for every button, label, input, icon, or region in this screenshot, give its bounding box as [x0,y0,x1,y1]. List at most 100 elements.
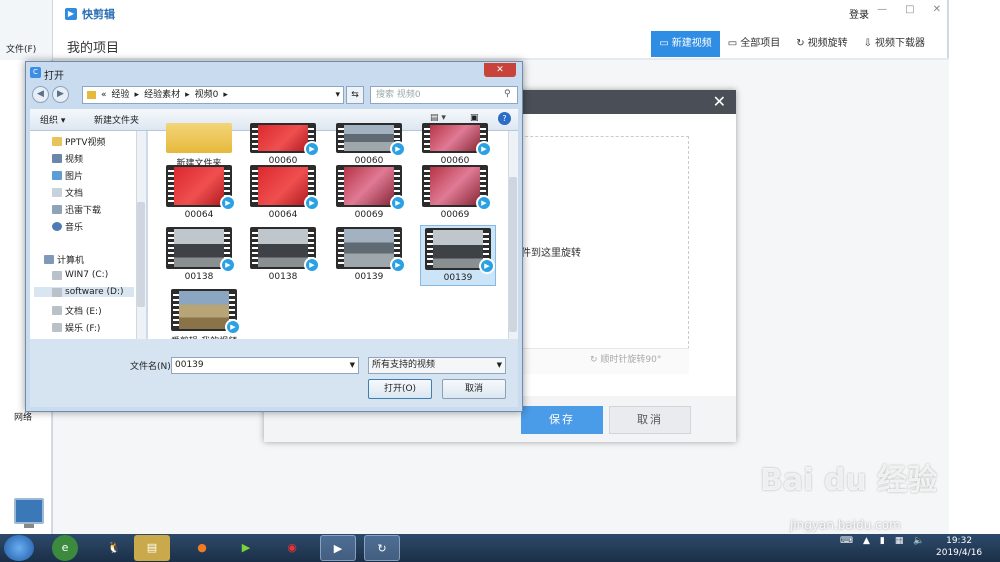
back-icon[interactable]: ◀ [32,86,49,103]
tree-item-pictures[interactable]: 图片 [52,169,83,182]
video-badge-icon: ▶ [390,141,406,157]
rotate-clockwise-button[interactable]: ↻ 顺时针旋转90° [590,352,661,365]
close-icon[interactable]: ✕ [933,4,941,15]
chevron-down-icon[interactable]: ▼ [350,358,355,373]
tree-item-drive-f[interactable]: 娱乐 (F:) [52,321,100,334]
open-button[interactable]: 打开(O) [368,379,432,399]
open-file-dialog: C 打开 ✕ ◀ ▶ « 经验 ▸ 经验素材 ▸ 视频0 ▸ ▾ ⇆ 搜索 视频0 ⚲… [25,61,523,412]
bg-right-pane [948,0,1000,534]
ie-icon[interactable]: e [52,535,78,561]
file-item[interactable]: ▶ 00138 [164,227,236,282]
clock[interactable]: 19:32 2019/4/16 [936,535,982,559]
video-thumbnail: ▶ [250,227,320,273]
computer-desktop-icon[interactable] [14,498,44,524]
file-item[interactable]: ▶ 00060 [334,123,406,166]
filename-input[interactable]: 00139 ▼ [171,357,359,374]
new-folder-button[interactable]: 新建文件夹 [94,113,139,126]
filetype-select[interactable]: 所有支持的视频 ▼ [368,357,506,374]
file-item[interactable]: ▶ 00069 [420,165,492,220]
drive-icon [52,270,62,280]
app-name: 快剪辑 [82,8,115,21]
filename-label: 文件名(N): [130,362,174,372]
minimize-icon[interactable]: — [877,4,887,15]
file-list-scroll-thumb[interactable] [509,177,517,332]
tree-item-label: 文档 (E:) [65,307,102,317]
music-icon [52,222,62,231]
record-icon[interactable]: ◉ [274,535,310,561]
organize-button[interactable]: 组织 ▾ [40,113,65,126]
file-item[interactable]: ▶ 00060 [248,123,320,166]
computer-stand-icon [24,524,34,528]
chevron-down-icon[interactable]: ▼ [497,358,502,373]
breadcrumb-item[interactable]: 经验素材 [144,87,180,103]
file-item[interactable]: ▶ 00064 [248,165,320,220]
battery-icon[interactable]: ▮ [880,536,885,546]
file-item[interactable]: ▶ 00060 [420,123,492,166]
file-item[interactable]: 新建文件夹 [164,123,234,169]
tree-item-drive-d[interactable]: software (D:) [34,287,134,297]
keyboard-icon[interactable]: ⌨ [840,536,853,546]
start-button[interactable] [4,535,34,561]
breadcrumb-item[interactable]: 经验 [112,87,130,103]
iqiyi-icon[interactable]: ▶ [228,535,264,561]
network-icon[interactable]: ▦ [895,536,904,546]
menu-file[interactable]: 文件(F) [0,42,60,58]
view-menu-icon[interactable]: ▤ ▾ [430,113,446,123]
tree-item-thunder[interactable]: 迅雷下载 [52,203,101,216]
tree-item-pptv[interactable]: PPTV视频 [52,135,106,148]
cancel-button[interactable]: 取消 [609,406,691,434]
tab-video-downloader[interactable]: ⇩ 视频下载器 [856,31,933,57]
tree-item-drive-e[interactable]: 文档 (E:) [52,304,102,317]
dialog-title: 打开 [44,71,64,82]
close-icon[interactable]: ✕ [484,63,516,77]
tab-label: 视频下载器 [875,38,925,49]
file-item[interactable]: ▶ 00139 [334,227,406,282]
cancel-button[interactable]: 取消 [442,379,506,399]
firefox-icon[interactable]: ● [184,535,220,561]
file-item[interactable]: ▶ 00138 [248,227,320,282]
login-link[interactable]: 登录 [849,6,869,21]
file-item[interactable]: ▶ 00069 [334,165,406,220]
tree-item-drive-c[interactable]: WIN7 (C:) [52,270,108,280]
search-icon[interactable]: ⚲ [504,89,511,99]
chevron-down-icon[interactable]: ▾ [335,87,340,103]
file-item[interactable]: ▶ 00064 [164,165,236,220]
file-label: 00069 [354,210,384,220]
file-label: 00069 [440,210,470,220]
tree-scroll-thumb[interactable] [137,202,145,307]
preview-pane-icon[interactable]: ▣ [470,113,479,123]
address-bar[interactable]: « 经验 ▸ 经验素材 ▸ 视频0 ▸ ▾ [82,86,344,104]
refresh-app-icon[interactable]: ↻ [364,535,400,561]
close-icon[interactable]: ✕ [713,92,726,111]
explorer-icon[interactable]: ▤ [134,535,170,561]
tree-item-computer[interactable]: 计算机 [44,253,84,266]
tab-new-video[interactable]: ▭ 新建视频 [651,31,720,57]
qq-icon[interactable]: 🐧 [96,535,132,561]
save-button[interactable]: 保存 [521,406,603,434]
chevron-up-icon[interactable]: ▲ [863,536,870,546]
breadcrumb-more[interactable]: « [101,87,107,103]
system-tray: ⌨ ▲ ▮ ▦ 🔈 [840,536,925,546]
kuaijianji-icon[interactable]: ▶ [320,535,356,561]
tab-all-projects[interactable]: ▭ 全部项目 [720,31,788,57]
forward-icon[interactable]: ▶ [52,86,69,103]
filetype-value: 所有支持的视频 [372,360,436,370]
app-tabs: ▭ 新建视频 ▭ 全部项目 ↻ 视频旋转 ⇩ 视频下载器 [651,31,933,57]
help-icon[interactable]: ? [498,112,511,125]
clock-time: 19:32 [946,536,973,546]
refresh-icon[interactable]: ⇆ [346,86,364,104]
tree-item-documents[interactable]: 文档 [52,186,83,199]
breadcrumb-item[interactable]: 视频0 [195,87,219,103]
file-item-selected[interactable]: ▶ 00139 [420,225,496,286]
video-badge-icon: ▶ [220,257,236,273]
file-label: 00138 [268,272,298,282]
window-controls: — □ ✕ [877,4,941,15]
tree-item-videos[interactable]: 视频 [52,152,83,165]
tab-video-rotate[interactable]: ↻ 视频旋转 [788,31,855,57]
volume-icon[interactable]: 🔈 [913,536,924,546]
search-input[interactable]: 搜索 视频0 [370,86,518,104]
drive-icon [52,323,62,332]
maximize-icon[interactable]: □ [905,4,914,15]
video-thumbnail: ▶ [166,227,236,273]
tree-item-music[interactable]: 音乐 [52,220,83,233]
